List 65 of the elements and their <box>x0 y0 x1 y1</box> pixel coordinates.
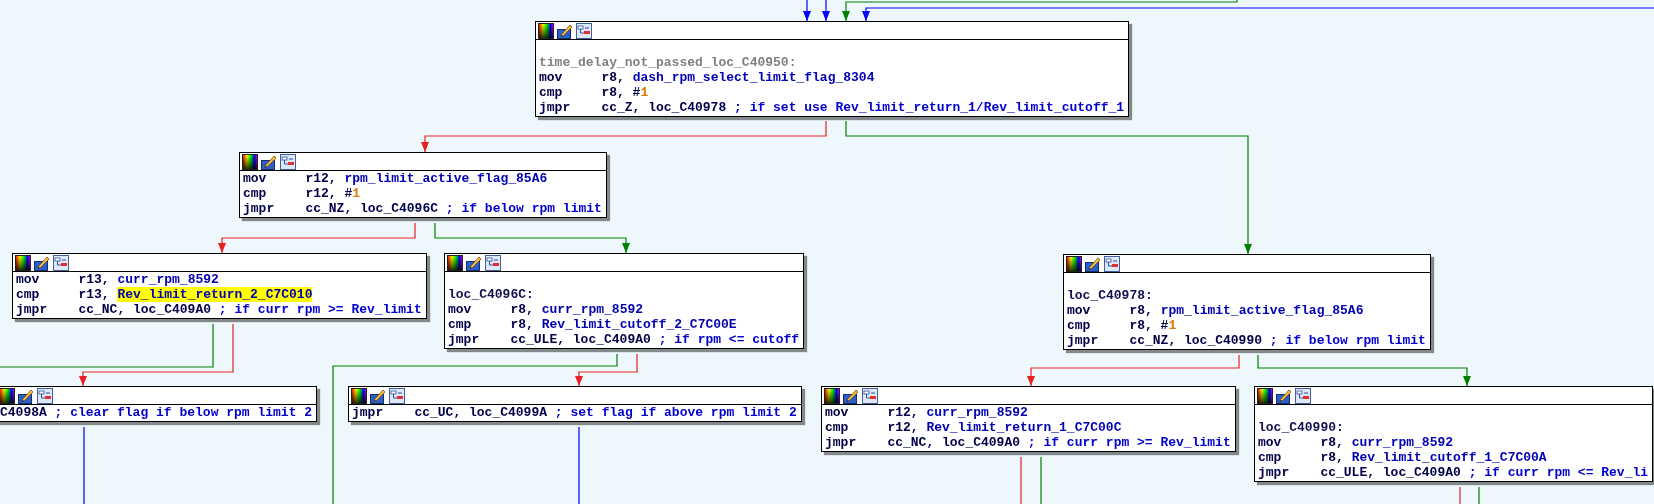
code-line: mov r8, curr_rpm_8592 <box>448 302 645 317</box>
code-line: jmpr cc_NZ, loc_C4096C ; if below rpm limit <box>243 201 602 216</box>
code-line: mov r12, rpm_limit_active_flag_85A6 <box>243 171 549 186</box>
pencil-icon[interactable] <box>370 387 386 404</box>
code-line: mov r12, curr_rpm_8592 <box>825 405 1029 420</box>
graph-icon[interactable] <box>862 387 878 404</box>
graph-node[interactable]: loc_C40978: mov r8, rpm_limit_active_flag_85A6 cmp r8, #1 jmpr cc_NZ, loc_C40990 ; if below rpm limit <box>1063 254 1431 350</box>
pencil-icon[interactable] <box>34 254 50 271</box>
code-line: jmpr cc_UC, loc_C4099A ; set flag if above rpm limit 2 <box>352 405 797 420</box>
graph-node[interactable]: C4098A ; clear flag if below rpm limit 2 <box>0 386 318 422</box>
code-line: mov r13, curr_rpm_8592 <box>16 272 220 287</box>
code-line: mov r8, curr_rpm_8592 <box>1258 435 1455 450</box>
color-palette-icon[interactable] <box>1066 255 1082 272</box>
code-line: cmp r8, Rev_limit_cutoff_2_C7C00E <box>448 317 738 332</box>
graph-icon[interactable] <box>485 254 501 271</box>
graph-icon[interactable] <box>1104 255 1120 272</box>
code-line: jmpr cc_NC, loc_C409A0 ; if curr rpm >= Rev_limit <box>16 302 422 317</box>
graph-node[interactable]: time_delay_not_passed_loc_C40950: mov r8, dash_rpm_select_limit_flag_8304 cmp r8, #1 jmpr cc_Z, loc_C40978 ; if set use Rev_limit_return_1/Rev_limit_cutoff_1 <box>535 21 1130 117</box>
pencil-icon[interactable] <box>1276 387 1292 404</box>
code-line: jmpr cc_ULE, loc_C409A0 ; if rpm <= cutoff <box>448 332 800 347</box>
code-line: cmp r12, Rev_limit_return_1_C7C00C <box>825 420 1123 435</box>
code-line: C4098A ; clear flag if below rpm limit 2 <box>0 405 313 420</box>
graph-icon[interactable] <box>389 387 405 404</box>
graph-node[interactable]: loc_C40990: mov r8, curr_rpm_8592 cmp r8, Rev_limit_cutoff_1_C7C00A jmpr cc_ULE, loc_C409A0 ; if curr rpm <= Rev_li <box>1254 386 1654 482</box>
color-palette-icon[interactable] <box>447 254 463 271</box>
code-line: cmp r8, Rev_limit_cutoff_1_C7C00A <box>1258 450 1548 465</box>
pencil-icon[interactable] <box>843 387 859 404</box>
graph-icon[interactable] <box>576 22 592 39</box>
graph-icon[interactable] <box>53 254 69 271</box>
color-palette-icon[interactable] <box>15 254 31 271</box>
code-label: loc_C40990: <box>1258 420 1345 435</box>
code-label: loc_C40978: <box>1067 288 1154 303</box>
code-label: time_delay_not_passed_loc_C40950: <box>539 55 798 70</box>
branch-arrow <box>822 0 830 22</box>
code-line: jmpr cc_NC, loc_C409A0 ; if curr rpm >= Rev_limit <box>825 435 1231 450</box>
color-palette-icon[interactable] <box>351 387 367 404</box>
graph-icon[interactable] <box>1295 387 1311 404</box>
color-palette-icon[interactable] <box>824 387 840 404</box>
pencil-icon[interactable] <box>261 153 277 170</box>
graph-node[interactable]: loc_C4096C: mov r8, curr_rpm_8592 cmp r8, Rev_limit_cutoff_2_C7C00E jmpr cc_ULE, loc_C409A0 ; if rpm <= cutoff <box>444 253 805 349</box>
code-line: jmpr cc_NZ, loc_C40990 ; if below rpm limit <box>1067 333 1426 348</box>
pencil-icon[interactable] <box>466 254 482 271</box>
graph-node[interactable]: jmpr cc_UC, loc_C4099A ; set flag if above rpm limit 2 <box>348 386 802 422</box>
graph-node[interactable]: mov r12, rpm_limit_active_flag_85A6 cmp r12, #1 jmpr cc_NZ, loc_C4096C ; if below rpm limit <box>239 152 607 218</box>
code-label: loc_C4096C: <box>448 287 535 302</box>
color-palette-icon[interactable] <box>242 153 258 170</box>
graph-icon[interactable] <box>37 387 53 404</box>
color-palette-icon[interactable] <box>1257 387 1273 404</box>
branch-arrow <box>803 0 811 22</box>
graph-node[interactable]: mov r13, curr_rpm_8592 cmp r13, Rev_limit_return_2_C7C010 jmpr cc_NC, loc_C409A0 ; if curr rpm >= Rev_limit <box>12 253 427 319</box>
code-line: jmpr cc_ULE, loc_C409A0 ; if curr rpm <= Rev_li <box>1258 465 1649 480</box>
color-palette-icon[interactable] <box>538 22 554 39</box>
graph-icon[interactable] <box>280 153 296 170</box>
code-line: cmp r8, #1 <box>1067 318 1178 333</box>
code-line: mov r8, rpm_limit_active_flag_85A6 <box>1067 303 1365 318</box>
pencil-icon[interactable] <box>1085 255 1101 272</box>
pencil-icon[interactable] <box>18 387 34 404</box>
code-line: cmp r8, #1 <box>539 85 650 100</box>
color-palette-icon[interactable] <box>0 387 15 404</box>
graph-node[interactable]: mov r12, curr_rpm_8592 cmp r12, Rev_limit_return_1_C7C00C jmpr cc_NC, loc_C409A0 ; if curr rpm >= Rev_limit <box>821 386 1236 452</box>
code-line: mov r8, dash_rpm_select_limit_flag_8304 <box>539 70 876 85</box>
code-line: cmp r12, #1 <box>243 186 362 201</box>
code-line: jmpr cc_Z, loc_C40978 ; if set use Rev_limit_return_1/Rev_limit_cutoff_1 <box>539 100 1125 115</box>
code-line: cmp r13, Rev_limit_return_2_C7C010 <box>16 287 314 302</box>
pencil-icon[interactable] <box>557 22 573 39</box>
